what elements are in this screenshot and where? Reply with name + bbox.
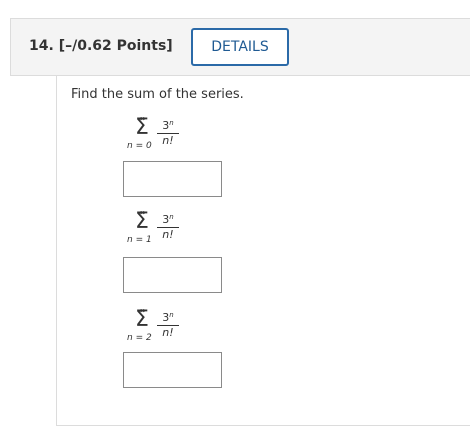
numerator: 3n <box>157 309 179 326</box>
fraction: 3n n! <box>157 309 179 340</box>
answer-input-3[interactable] <box>123 352 222 388</box>
question-number: 14. <box>29 38 54 54</box>
sum-lower-limit: n = 0 <box>127 141 152 151</box>
question-header: 14. [–/0.62 Points] DETAILS <box>10 18 470 76</box>
denominator: n! <box>162 228 174 241</box>
numerator: 3n <box>157 117 179 134</box>
numerator: 3n <box>157 211 179 228</box>
details-button[interactable]: DETAILS <box>191 28 289 66</box>
answer-input-2[interactable] <box>123 257 222 293</box>
series-expression-2: ∞ Σ n = 1 3n n! <box>123 208 243 248</box>
denominator: n! <box>162 326 174 339</box>
sigma-symbol: Σ <box>135 209 149 234</box>
sum-lower-limit: n = 2 <box>127 333 152 343</box>
fraction: 3n n! <box>157 211 179 242</box>
sigma-symbol: Σ <box>135 115 149 140</box>
question-points: [–/0.62 Points] <box>58 38 173 54</box>
question-prompt: Find the sum of the series. <box>71 87 244 102</box>
question-title: 14. [–/0.62 Points] <box>29 38 173 54</box>
fraction: 3n n! <box>157 117 179 148</box>
series-expression-1: ∞ Σ n = 0 3n n! <box>123 114 243 154</box>
series-expression-3: ∞ Σ n = 2 3n n! <box>123 306 243 346</box>
sigma-symbol: Σ <box>135 307 149 332</box>
denominator: n! <box>162 134 174 147</box>
question-body: Find the sum of the series. ∞ Σ n = 0 3n… <box>56 76 470 426</box>
sum-lower-limit: n = 1 <box>127 235 152 245</box>
answer-input-1[interactable] <box>123 161 222 197</box>
